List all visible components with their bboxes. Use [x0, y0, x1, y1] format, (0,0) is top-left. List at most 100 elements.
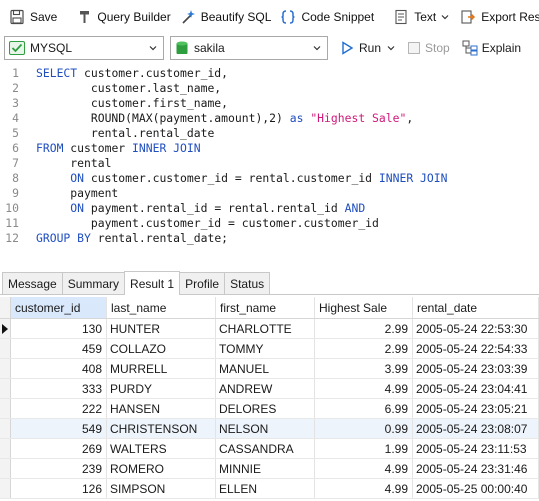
cell-customer-id[interactable]: 408	[11, 359, 107, 378]
sql-keyword: GROUP BY	[36, 231, 91, 245]
cell-customer-id[interactable]: 459	[11, 339, 107, 358]
cell-first-name[interactable]: DELORES	[216, 399, 315, 418]
cell-highest-sale[interactable]: 0.99	[315, 419, 413, 438]
cell-customer-id[interactable]: 222	[11, 399, 107, 418]
cell-last-name[interactable]: HANSEN	[107, 399, 216, 418]
tab-message[interactable]: Message	[2, 272, 63, 294]
stop-button[interactable]: Stop	[404, 36, 454, 60]
cell-last-name[interactable]: SIMPSON	[107, 479, 216, 498]
cell-highest-sale[interactable]: 3.99	[315, 359, 413, 378]
table-row[interactable]: 549 CHRISTENSON NELSON 0.99 2005-05-24 23:08…	[0, 419, 539, 439]
cell-customer-id[interactable]: 239	[11, 459, 107, 478]
code-line[interactable]: 5 rental.rental_date	[0, 126, 214, 141]
chevron-down-icon	[386, 43, 396, 53]
table-row[interactable]: 239 ROMERO MINNIE 4.99 2005-05-24 23:31:46	[0, 459, 539, 479]
sql-editor[interactable]: 1 SELECT customer.customer_id, 2 customer.…	[0, 62, 539, 267]
cell-rental-date[interactable]: 2005-05-24 22:54:33	[413, 339, 539, 358]
cell-highest-sale[interactable]: 2.99	[315, 319, 413, 338]
cell-last-name[interactable]: MURRELL	[107, 359, 216, 378]
tab-summary[interactable]: Summary	[61, 272, 126, 294]
cell-rental-date[interactable]: 2005-05-25 00:00:40	[413, 479, 539, 498]
save-button[interactable]: Save	[4, 3, 61, 31]
table-row[interactable]: 408 MURRELL MANUEL 3.99 2005-05-24 23:03:39	[0, 359, 539, 379]
cell-customer-id[interactable]: 549	[11, 419, 107, 438]
code-line[interactable]: 9 payment	[0, 186, 118, 201]
cell-customer-id[interactable]: 130	[11, 319, 107, 338]
cell-highest-sale[interactable]: 4.99	[315, 479, 413, 498]
cell-last-name[interactable]: WALTERS	[107, 439, 216, 458]
code-snippet-button[interactable]: Code Snippet	[275, 3, 378, 31]
cell-customer-id[interactable]: 126	[11, 479, 107, 498]
cell-first-name[interactable]: ANDREW	[216, 379, 315, 398]
explain-button[interactable]: Explain	[458, 36, 525, 60]
code-line[interactable]: 3 customer.first_name,	[0, 96, 228, 111]
cell-last-name[interactable]: CHRISTENSON	[107, 419, 216, 438]
row-selector[interactable]	[0, 419, 11, 438]
row-selector[interactable]	[0, 439, 11, 458]
row-selector[interactable]	[0, 479, 11, 498]
cell-first-name[interactable]: TOMMY	[216, 339, 315, 358]
cell-last-name[interactable]: HUNTER	[107, 319, 216, 338]
cell-first-name[interactable]: ELLEN	[216, 479, 315, 498]
code-line[interactable]: 2 customer.last_name,	[0, 81, 221, 96]
table-row[interactable]: 333 PURDY ANDREW 4.99 2005-05-24 23:04:41	[0, 379, 539, 399]
table-row[interactable]: 126 SIMPSON ELLEN 4.99 2005-05-25 00:00:40	[0, 479, 539, 499]
cell-highest-sale[interactable]: 6.99	[315, 399, 413, 418]
column-header-highest-sale[interactable]: Highest Sale	[315, 297, 413, 318]
database-select[interactable]: sakila	[170, 36, 328, 60]
code-line[interactable]: 10 ON payment.rental_id = rental.rental_…	[0, 201, 365, 216]
row-selector[interactable]	[0, 319, 11, 338]
row-selector[interactable]	[0, 459, 11, 478]
row-selector[interactable]	[0, 379, 11, 398]
cell-rental-date[interactable]: 2005-05-24 23:05:21	[413, 399, 539, 418]
row-selector[interactable]	[0, 359, 11, 378]
cell-rental-date[interactable]: 2005-05-24 22:53:30	[413, 319, 539, 338]
export-result-button[interactable]: Export Result	[455, 3, 539, 31]
cell-highest-sale[interactable]: 2.99	[315, 339, 413, 358]
cell-first-name[interactable]: CASSANDRA	[216, 439, 315, 458]
row-selector[interactable]	[0, 399, 11, 418]
column-header-rental-date[interactable]: rental_date	[413, 297, 539, 318]
code-line[interactable]: 4 ROUND(MAX(payment.amount),2) as "Highe…	[0, 111, 413, 126]
code-line[interactable]: 1 SELECT customer.customer_id,	[0, 66, 228, 81]
cell-rental-date[interactable]: 2005-05-24 23:11:53	[413, 439, 539, 458]
cell-last-name[interactable]: PURDY	[107, 379, 216, 398]
cell-highest-sale[interactable]: 4.99	[315, 459, 413, 478]
beautify-sql-button[interactable]: Beautify SQL	[175, 3, 276, 31]
cell-rental-date[interactable]: 2005-05-24 23:03:39	[413, 359, 539, 378]
code-line[interactable]: 12 GROUP BY rental.rental_date;	[0, 231, 228, 246]
cell-first-name[interactable]: CHARLOTTE	[216, 319, 315, 338]
text-mode-button[interactable]: Text	[388, 3, 455, 31]
sql-text: customer.customer_id = rental.customer_i…	[84, 171, 379, 185]
tab-profile[interactable]: Profile	[179, 272, 226, 294]
run-button[interactable]: Run	[336, 36, 400, 60]
table-row[interactable]: 269 WALTERS CASSANDRA 1.99 2005-05-24 23:11:…	[0, 439, 539, 459]
query-builder-button[interactable]: Query Builder	[71, 3, 174, 31]
cell-customer-id[interactable]: 269	[11, 439, 107, 458]
tab-status[interactable]: Status	[224, 272, 271, 294]
table-row[interactable]: 222 HANSEN DELORES 6.99 2005-05-24 23:05:21	[0, 399, 539, 419]
code-line[interactable]: 11 payment.customer_id = customer.custom…	[0, 216, 379, 231]
cell-customer-id[interactable]: 333	[11, 379, 107, 398]
table-row[interactable]: 459 COLLAZO TOMMY 2.99 2005-05-24 22:54:33	[0, 339, 539, 359]
code-line[interactable]: 6 FROM customer INNER JOIN	[0, 141, 200, 156]
cell-rental-date[interactable]: 2005-05-24 23:31:46	[413, 459, 539, 478]
cell-highest-sale[interactable]: 1.99	[315, 439, 413, 458]
row-selector[interactable]	[0, 339, 11, 358]
code-line[interactable]: 7 rental	[0, 156, 111, 171]
connection-engine-select[interactable]: MYSQL	[4, 36, 164, 60]
cell-highest-sale[interactable]: 4.99	[315, 379, 413, 398]
cell-first-name[interactable]: NELSON	[216, 419, 315, 438]
cell-last-name[interactable]: ROMERO	[107, 459, 216, 478]
column-header-first-name[interactable]: first_name	[216, 297, 315, 318]
column-header-customer-id[interactable]: customer_id	[11, 297, 107, 318]
code-line[interactable]: 8 ON customer.customer_id = rental.custo…	[0, 171, 447, 186]
cell-first-name[interactable]: MANUEL	[216, 359, 315, 378]
tab-result-1[interactable]: Result 1	[124, 271, 181, 295]
cell-rental-date[interactable]: 2005-05-24 23:04:41	[413, 379, 539, 398]
table-row[interactable]: 130 HUNTER CHARLOTTE 2.99 2005-05-24 22:53:3…	[0, 319, 539, 339]
cell-first-name[interactable]: MINNIE	[216, 459, 315, 478]
column-header-last-name[interactable]: last_name	[107, 297, 216, 318]
cell-last-name[interactable]: COLLAZO	[107, 339, 216, 358]
cell-rental-date[interactable]: 2005-05-24 23:08:07	[413, 419, 539, 438]
